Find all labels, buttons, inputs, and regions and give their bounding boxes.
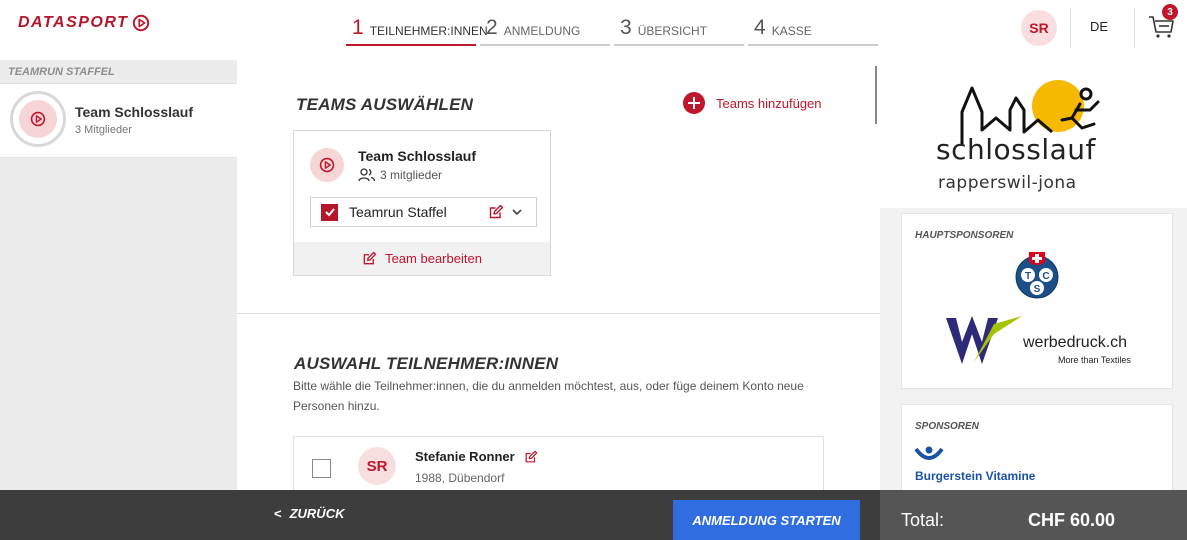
- edit-team-label: Team bearbeiten: [385, 251, 482, 266]
- play-circle-icon: [319, 157, 335, 173]
- sidebar-team-name: Team Schlosslauf: [75, 104, 194, 120]
- tcs-letter: C: [1042, 271, 1049, 282]
- back-button[interactable]: < ZURÜCK: [274, 506, 344, 521]
- bottom-bar: < ZURÜCK ANMELDUNG STARTEN Total: CHF 60…: [0, 490, 1187, 540]
- step-label: KASSE: [771, 23, 812, 38]
- step-number: 4: [754, 16, 766, 39]
- team-progress-ring: [10, 91, 66, 147]
- sponsors-label: SPONSOREN: [915, 421, 979, 432]
- top-header: DATASPORT 1 TEILNEHMER:INNEN 2 ANMELDUNG…: [0, 0, 1187, 58]
- sidebar-team-item[interactable]: Team Schlosslauf 3 Mitglieder: [0, 84, 237, 158]
- step-label: ÜBERSICHT: [637, 23, 708, 38]
- add-teams-label: Teams hinzufügen: [716, 95, 822, 111]
- app-root: DATASPORT 1 TEILNEHMER:INNEN 2 ANMELDUNG…: [0, 0, 1187, 540]
- teams-section-title: TEAMS AUSWÄHLEN: [296, 95, 474, 114]
- participant-details: 1988, Dübendorf: [415, 471, 505, 485]
- team-name: Team Schlosslauf: [358, 148, 477, 164]
- sponsors-box: SPONSOREN Burgerstein Vitamine: [901, 404, 1173, 490]
- logo-text: DATASPORT: [18, 14, 129, 31]
- edit-team-button[interactable]: Team bearbeiten: [294, 242, 550, 275]
- participant-avatar: SR: [358, 447, 396, 485]
- chevron-left-icon: <: [274, 506, 282, 521]
- step-navigation: 1 TEILNEHMER:INNEN 2 ANMELDUNG 3 ÜBERSIC…: [346, 10, 882, 46]
- werbedruck-name: werbedruck.ch: [1023, 334, 1128, 351]
- users-icon: [358, 168, 376, 182]
- total-label: Total:: [901, 510, 945, 530]
- sidebar-team-members: 3 Mitglieder: [75, 124, 132, 136]
- play-circle-icon: [133, 14, 150, 32]
- event-brand-subtitle: rapperswil-jona: [938, 173, 1077, 193]
- scrollbar[interactable]: [875, 66, 877, 124]
- werbedruck-logo-icon[interactable]: [944, 314, 1024, 368]
- participant-checkbox[interactable]: [312, 459, 331, 478]
- team-members-count: 3 mitglieder: [380, 168, 443, 182]
- checkbox-checked[interactable]: [321, 203, 338, 221]
- back-label: ZURÜCK: [289, 506, 345, 521]
- team-select-actions: [488, 204, 524, 220]
- section-divider: [237, 313, 880, 314]
- play-circle-icon: [30, 111, 46, 127]
- header-divider: [1134, 8, 1135, 48]
- werbedruck-tagline: More than Textiles: [1058, 355, 1131, 365]
- team-members: 3 mitglieder: [358, 168, 442, 182]
- user-avatar[interactable]: SR: [1021, 10, 1057, 46]
- main-sponsors-box: HAUPTSPONSOREN T C S werbedruck.ch More …: [901, 213, 1173, 389]
- participant-name-row: Stefanie Ronner: [415, 449, 538, 464]
- team-category-select[interactable]: Teamrun Staffel: [310, 197, 537, 227]
- step-number: 3: [620, 16, 632, 39]
- step-number: 1: [352, 16, 364, 39]
- participant-row[interactable]: SR Stefanie Ronner 1988, Dübendorf: [293, 436, 824, 496]
- step-number: 2: [486, 16, 498, 39]
- header-divider: [1070, 8, 1071, 48]
- burgerstein-name: Burgerstein Vitamine: [915, 469, 1036, 483]
- total-summary: Total: CHF 60.00: [880, 490, 1187, 540]
- participants-description: Bitte wähle die Teilnehmer:innen, die du…: [293, 379, 804, 413]
- sponsor-column: schlosslauf rapperswil-jona HAUPTSPONSOR…: [880, 60, 1187, 490]
- event-brand: schlosslauf rapperswil-jona: [880, 60, 1187, 208]
- team-avatar: [310, 148, 344, 182]
- add-teams-button[interactable]: Teams hinzufügen: [683, 92, 822, 114]
- participant-name: Stefanie Ronner: [415, 449, 515, 464]
- datasport-logo[interactable]: DATASPORT: [18, 14, 150, 32]
- tcs-logo-icon[interactable]: T C S: [1014, 250, 1060, 300]
- main-sponsors-label: HAUPTSPONSOREN: [915, 230, 1014, 241]
- edit-icon[interactable]: [524, 450, 538, 464]
- step-registration[interactable]: 2 ANMELDUNG: [480, 10, 610, 46]
- total-value: CHF 60.00: [1028, 510, 1116, 530]
- chevron-down-icon[interactable]: [510, 205, 524, 219]
- step-participants[interactable]: 1 TEILNEHMER:INNEN: [346, 10, 488, 46]
- team-sidebar: TEAMRUN STAFFEL Team Schlosslauf 3 Mitgl…: [0, 60, 237, 490]
- participants-section-title: AUSWAHL TEILNEHMER:INNEN: [294, 354, 559, 373]
- edit-icon[interactable]: [488, 204, 504, 220]
- step-label: ANMELDUNG: [503, 23, 581, 38]
- plus-circle-icon: [683, 92, 705, 114]
- tcs-letter: T: [1025, 271, 1031, 282]
- event-brand-title: schlosslauf: [936, 133, 1096, 166]
- step-overview[interactable]: 3 ÜBERSICHT: [614, 10, 744, 46]
- check-icon: [324, 208, 335, 217]
- sidebar-title: TEAMRUN STAFFEL: [0, 60, 237, 84]
- edit-icon: [363, 251, 377, 265]
- language-selector[interactable]: DE: [1090, 19, 1108, 34]
- start-registration-button[interactable]: ANMELDUNG STARTEN: [673, 500, 860, 540]
- tcs-letter: S: [1034, 284, 1041, 295]
- burgerstein-logo-icon[interactable]: [914, 445, 944, 465]
- team-category-label: Teamrun Staffel: [349, 204, 447, 220]
- team-avatar: [19, 100, 57, 138]
- team-card: Team Schlosslauf 3 mitglieder Teamrun St…: [293, 130, 551, 276]
- step-label: TEILNEHMER:INNEN: [369, 23, 488, 38]
- step-checkout[interactable]: 4 KASSE: [748, 10, 878, 46]
- cart-count-badge: 3: [1162, 4, 1178, 20]
